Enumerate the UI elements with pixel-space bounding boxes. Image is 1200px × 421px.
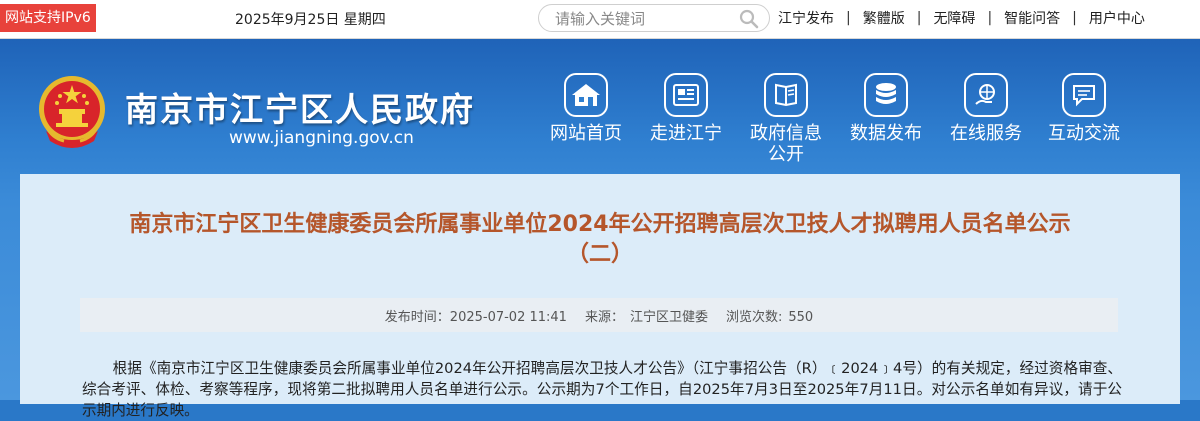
publish-info: 发布时间：2025-07-02 11:41 (385, 306, 567, 325)
divider: | (916, 10, 922, 26)
link-smart-qa[interactable]: 智能问答 (1004, 8, 1060, 28)
article-meta: 发布时间：2025-07-02 11:41 来源： 江宁区卫健委 浏览次数: 550 (80, 298, 1118, 332)
nav-item-gov-info[interactable]: 政府信息公开 (736, 73, 836, 165)
nav-label: 网站首页 (550, 123, 622, 144)
newspaper-icon (664, 73, 708, 117)
publish-label: 发布时间： (384, 309, 450, 325)
divider: | (987, 10, 993, 26)
home-icon (564, 73, 608, 117)
top-bar: 网站支持IPv6 2025年9月25日 星期四 江宁发布 | 繁體版 | 无障碍… (0, 0, 1200, 39)
article-title-line1: 南京市江宁区卫生健康委员会所属事业单位2024年公开招聘高层次卫技人才拟聘用人员… (129, 212, 1071, 237)
nav-item-interaction[interactable]: 互动交流 (1034, 73, 1134, 144)
search-box (538, 4, 770, 32)
nav-label: 政府信息公开 (750, 123, 822, 165)
nav-item-about[interactable]: 走进江宁 (636, 73, 736, 144)
source-label: 来源： (584, 309, 624, 325)
views-info: 浏览次数: 550 (726, 306, 813, 325)
link-user-center[interactable]: 用户中心 (1089, 8, 1145, 28)
source-info: 来源： 江宁区卫健委 (585, 306, 708, 325)
nav-label: 在线服务 (950, 123, 1022, 144)
link-jiangning-release[interactable]: 江宁发布 (778, 8, 834, 28)
database-icon (864, 73, 908, 117)
hand-globe-icon (964, 73, 1008, 117)
views-label: 浏览次数: (725, 309, 783, 325)
article-title: 南京市江宁区卫生健康委员会所属事业单位2024年公开招聘高层次卫技人才拟聘用人员… (80, 210, 1120, 270)
ipv6-badge: 网站支持IPv6 (0, 4, 96, 32)
views-count: 550 (788, 309, 814, 325)
current-date: 2025年9月25日 星期四 (235, 12, 386, 28)
book-icon (764, 73, 808, 117)
nav-label: 互动交流 (1048, 123, 1120, 144)
link-accessibility[interactable]: 无障碍 (933, 8, 975, 28)
chat-icon (1062, 73, 1106, 117)
source-value: 江宁区卫健委 (629, 309, 708, 325)
nav-item-services[interactable]: 在线服务 (936, 73, 1036, 144)
site-title[interactable]: 南京市江宁区人民政府 (125, 83, 475, 131)
nav-item-data[interactable]: 数据发布 (836, 73, 936, 144)
nav-label: 走进江宁 (650, 123, 722, 144)
divider: | (1072, 10, 1077, 26)
article-panel: 南京市江宁区卫生健康委员会所属事业单位2024年公开招聘高层次卫技人才拟聘用人员… (20, 174, 1180, 419)
search-input[interactable] (553, 7, 737, 31)
article-body: 根据《南京市江宁区卫生健康委员会所属事业单位2024年公开招聘高层次卫技人才公告… (82, 360, 1122, 419)
nav-label: 数据发布 (850, 123, 922, 144)
site-url: www.jiangning.gov.cn (229, 128, 414, 148)
divider: | (846, 10, 851, 26)
article-title-line2: （二） (566, 242, 633, 267)
nav-item-home[interactable]: 网站首页 (536, 73, 636, 144)
top-links: 江宁发布 | 繁體版 | 无障碍 | 智能问答 | 用户中心 (778, 8, 1145, 28)
national-emblem-icon[interactable] (36, 71, 108, 151)
search-icon[interactable] (739, 9, 759, 29)
link-traditional-chinese[interactable]: 繁體版 (863, 8, 905, 28)
publish-time: 2025-07-02 11:41 (449, 309, 567, 325)
